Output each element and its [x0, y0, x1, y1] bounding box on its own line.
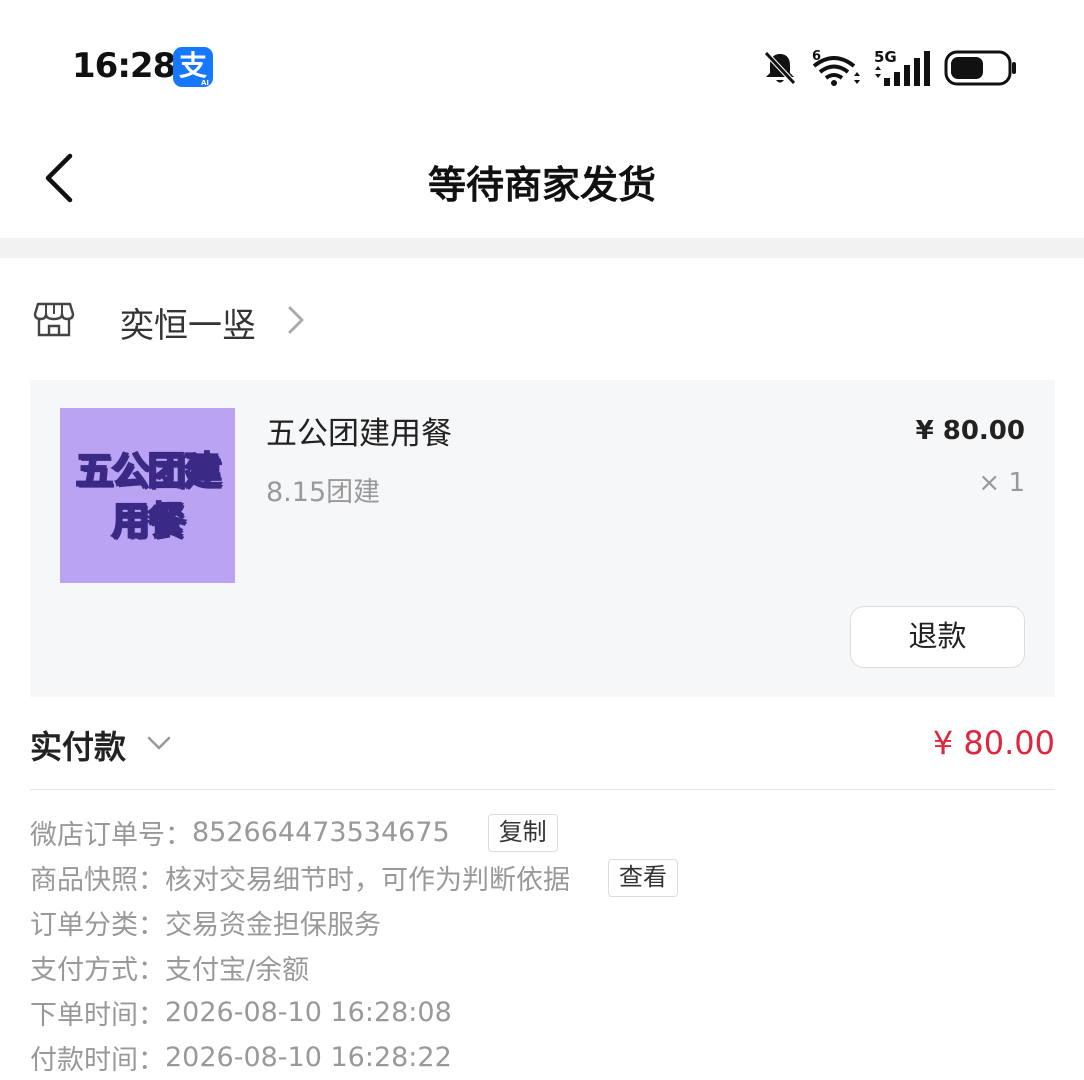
divider: [30, 789, 1055, 790]
order-number-label: 微店订单号：: [30, 820, 192, 851]
section-divider: [0, 238, 1084, 258]
payment-time-value: 2026-08-10 16:28:22: [165, 1042, 452, 1073]
snapshot-row: 商品快照： 核对交易细节时，可作为判断依据 查看: [30, 855, 1055, 900]
status-icons: 6 5G: [760, 46, 1018, 90]
alipay-icon: 支 AI: [173, 47, 213, 87]
alipay-icon-sub: AI: [200, 79, 209, 87]
order-time-value: 2026-08-10 16:28:08: [165, 997, 452, 1028]
view-snapshot-button[interactable]: 查看: [608, 858, 678, 897]
snapshot-value: 核对交易细节时，可作为判断依据: [165, 865, 570, 896]
payment-method-row: 支付方式： 支付宝/余额: [30, 945, 1055, 990]
paid-amount: ¥ 80.00: [932, 724, 1055, 762]
page-title: 等待商家发货: [427, 163, 656, 207]
payment-method-value: 支付宝/余额: [165, 955, 310, 986]
shop-row[interactable]: 奕恒一竖: [0, 282, 1084, 358]
status-time: 16:28: [72, 46, 176, 86]
chevron-right-icon: [288, 306, 304, 334]
order-info-list: 微店订单号： 852664473534675 复制 商品快照： 核对交易细节时，…: [30, 810, 1055, 1080]
product-thumbnail-text: 五公团建用餐: [74, 448, 222, 544]
network-label: 5G: [874, 48, 897, 66]
shop-icon: [33, 302, 75, 337]
paid-label: 实付款: [30, 728, 127, 766]
payment-time-row: 付款时间： 2026-08-10 16:28:22: [30, 1035, 1055, 1080]
product-card[interactable]: 五公团建用餐 五公团建用餐 8.15团建 ¥ 80.00 × 1 退款: [30, 380, 1055, 697]
copy-button[interactable]: 复制: [487, 813, 558, 852]
refund-button[interactable]: 退款: [850, 606, 1025, 668]
order-number-row: 微店订单号： 852664473534675 复制: [30, 810, 1055, 855]
signal-icon: 5G: [874, 48, 930, 86]
bell-off-icon: [764, 51, 796, 85]
battery-icon: [944, 50, 1016, 86]
order-category-row: 订单分类： 交易资金担保服务: [30, 900, 1055, 945]
product-subtitle: 8.15团建: [266, 477, 381, 508]
alipay-icon-glyph: 支: [178, 49, 207, 82]
shop-name: 奕恒一竖: [120, 306, 256, 346]
order-category-label: 订单分类：: [30, 910, 165, 941]
order-category-value: 交易资金担保服务: [165, 910, 381, 941]
product-title: 五公团建用餐: [266, 416, 452, 452]
product-thumbnail[interactable]: 五公团建用餐: [60, 408, 235, 583]
chevron-down-icon[interactable]: [146, 734, 172, 752]
nav-bar: 等待商家发货: [0, 130, 1084, 238]
snapshot-label: 商品快照：: [30, 865, 165, 896]
wifi-icon: 6: [812, 49, 860, 86]
payment-method-label: 支付方式：: [30, 955, 165, 986]
order-number-value: 852664473534675: [192, 817, 450, 848]
payment-time-label: 付款时间：: [30, 1045, 165, 1076]
order-time-label: 下单时间：: [30, 1000, 165, 1031]
order-time-row: 下单时间： 2026-08-10 16:28:08: [30, 990, 1055, 1035]
product-price: ¥ 80.00: [915, 416, 1025, 446]
status-bar: 16:28 支 AI 6 5G: [0, 0, 1084, 130]
paid-amount-row: 实付款 ¥ 80.00: [30, 722, 1055, 774]
product-quantity: × 1: [978, 468, 1025, 498]
